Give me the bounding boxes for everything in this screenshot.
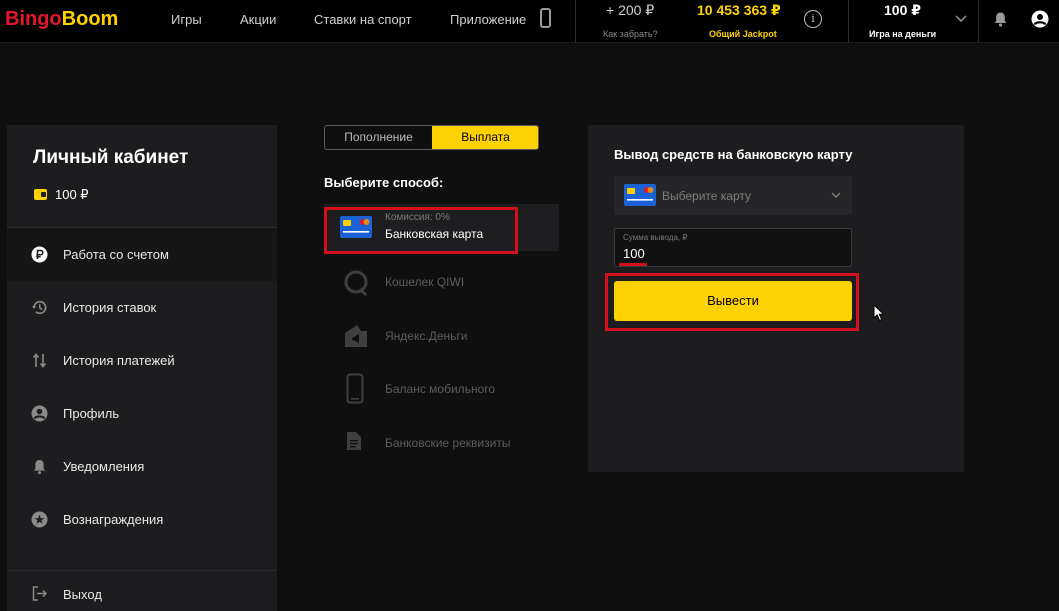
ruble-icon (31, 246, 48, 263)
sidebar-item-rewards[interactable]: Вознаграждения (7, 493, 277, 546)
chevron-down-icon[interactable] (954, 12, 968, 26)
bonus-how-to-claim-link[interactable]: Как забрать? (603, 29, 658, 39)
jackpot-label: Общий Jackpot (709, 29, 777, 39)
sidebar-item-label: Уведомления (63, 459, 145, 474)
method-label: Кошелек QIWI (385, 275, 465, 289)
user-account-icon[interactable] (1031, 10, 1049, 28)
qiwi-icon (344, 270, 368, 297)
amount-input[interactable]: Сумма вывода, ₽ 100 (614, 228, 852, 267)
header-divider (575, 0, 576, 42)
brand-logo[interactable]: BingoBoom (5, 8, 118, 31)
sidebar-item-payment-history[interactable]: История платежей (7, 334, 277, 387)
panel-title: Вывод средств на банковскую карту (614, 147, 853, 162)
wallet-icon (34, 189, 47, 200)
sidebar-item-label: История ставок (63, 300, 157, 315)
bank-card-icon (624, 184, 656, 206)
sidebar-item-label: История платежей (63, 353, 175, 368)
jackpot-amount: 10 453 363 ₽ (697, 2, 781, 18)
highlight-annotation (324, 207, 518, 254)
sidebar-item-label: Выход (63, 587, 102, 602)
amount-input-label: Сумма вывода, ₽ (623, 233, 688, 242)
sidebar-title: Личный кабинет (33, 147, 189, 168)
chevron-down-icon (831, 192, 841, 198)
tab-withdraw[interactable]: Выплата (432, 126, 538, 149)
method-label: Банковские реквизиты (385, 436, 511, 450)
sidebar-balance: 100 ₽ (55, 187, 89, 202)
sidebar-item-profile[interactable]: Профиль (7, 387, 277, 440)
sidebar-item-account[interactable]: Работа со счетом (7, 228, 277, 281)
mouse-cursor-icon (873, 304, 885, 322)
card-select[interactable]: Выберите карту (614, 176, 852, 215)
amount-input-value: 100 (623, 246, 645, 261)
account-sidebar: Личный кабинет 100 ₽ Работа со счетом Ис… (7, 125, 277, 611)
nav-games[interactable]: Игры (171, 12, 202, 27)
header-balance-amount[interactable]: 100 ₽ (884, 2, 921, 19)
sidebar-item-notifications[interactable]: Уведомления (7, 440, 277, 493)
tab-topup[interactable]: Пополнение (325, 126, 432, 149)
nav-app[interactable]: Приложение (450, 12, 526, 27)
nav-promotions[interactable]: Акции (240, 12, 276, 27)
choose-method-heading: Выберите способ: (324, 175, 444, 190)
method-yandex-money[interactable]: Яндекс.Деньги (324, 312, 559, 359)
method-label: Яндекс.Деньги (385, 329, 468, 343)
document-icon (347, 432, 361, 450)
bell-icon[interactable] (993, 11, 1008, 27)
method-mobile-balance[interactable]: Баланс мобильного (324, 365, 559, 412)
highlight-annotation (605, 273, 859, 331)
header-divider (848, 0, 849, 42)
transfer-arrows-icon (32, 353, 47, 368)
logout-icon (32, 586, 48, 601)
card-select-placeholder: Выберите карту (662, 189, 752, 203)
profile-icon (31, 405, 48, 422)
sidebar-item-logout[interactable]: Выход (7, 571, 277, 611)
mobile-phone-icon (346, 373, 364, 404)
bonus-amount: + 200 ₽ (606, 2, 655, 18)
yandex-money-icon (345, 325, 367, 347)
sidebar-item-label: Работа со счетом (63, 247, 169, 262)
sidebar-item-label: Вознаграждения (63, 512, 164, 527)
history-icon (31, 300, 47, 315)
payment-tabs: Пополнение Выплата (324, 125, 539, 150)
star-badge-icon (31, 511, 48, 528)
underline-annotation (619, 263, 647, 266)
sidebar-item-label: Профиль (63, 406, 120, 421)
nav-sports-betting[interactable]: Ставки на спорт (314, 12, 412, 27)
method-bank-details[interactable]: Банковские реквизиты (324, 419, 559, 466)
bell-icon (33, 460, 46, 475)
mobile-phone-icon (540, 8, 551, 28)
header-balance-label: Игра на деньги (869, 29, 937, 39)
method-qiwi[interactable]: Кошелек QIWI (324, 258, 559, 305)
sidebar-item-bet-history[interactable]: История ставок (7, 281, 277, 334)
top-header: BingoBoom Игры Акции Ставки на спорт При… (0, 0, 1059, 43)
info-icon[interactable]: i (804, 10, 822, 28)
method-label: Баланс мобильного (385, 382, 496, 396)
header-divider (978, 0, 979, 42)
